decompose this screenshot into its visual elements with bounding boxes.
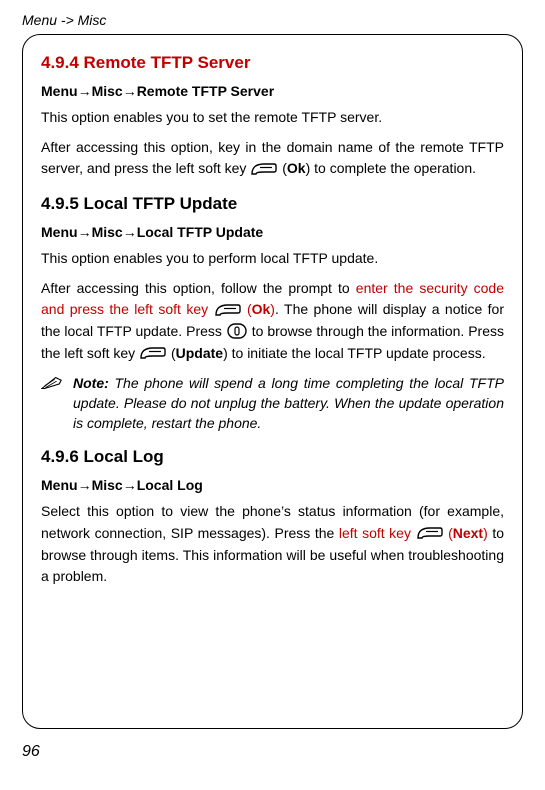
para-496-1: Select this option to view the phone’s s…: [41, 501, 504, 588]
section-title-496: 4.9.6 Local Log: [41, 447, 504, 467]
note-block: Note: The phone will spend a long time c…: [41, 373, 504, 434]
text: ) to complete the operation.: [306, 160, 476, 176]
text: (: [278, 160, 287, 176]
para-494-2: After accessing this option, key in the …: [41, 137, 504, 180]
ok-label: Ok: [287, 160, 306, 176]
next-label: Next: [453, 525, 483, 541]
content-frame: 4.9.4 Remote TFTP Server Menu→Misc→Remot…: [22, 34, 523, 729]
menu-path-495: Menu→Misc→Local TFTP Update: [41, 224, 504, 240]
ok-label: Ok: [252, 301, 271, 317]
path-end: Remote TFTP Server: [137, 83, 274, 99]
path-menu: Menu: [41, 224, 78, 240]
menu-path-496: Menu→Misc→Local Log: [41, 477, 504, 493]
soft-key-icon: [416, 525, 444, 541]
text: (: [242, 301, 252, 317]
path-end: Local TFTP Update: [137, 224, 264, 240]
path-misc: Misc: [92, 224, 123, 240]
text: ) to initiate the local TFTP update proc…: [223, 345, 486, 361]
para-495-2: After accessing this option, follow the …: [41, 278, 504, 365]
para-495-1: This option enables you to perform local…: [41, 248, 504, 270]
text: After accessing this option, follow the …: [41, 280, 356, 296]
note-text: Note: The phone will spend a long time c…: [73, 373, 504, 434]
note-label: Note:: [73, 375, 109, 391]
soft-key-icon: [139, 345, 167, 361]
nav-key-icon: [226, 322, 248, 340]
page-number: 96: [22, 743, 523, 761]
section-title-494: 4.9.4 Remote TFTP Server: [41, 53, 504, 73]
path-misc: Misc: [92, 477, 123, 493]
soft-key-icon: [250, 161, 278, 177]
red-text: left soft key: [339, 525, 416, 541]
path-menu: Menu: [41, 83, 78, 99]
update-label: Update: [176, 345, 223, 361]
note-body: The phone will spend a long time complet…: [73, 375, 504, 432]
path-menu: Menu: [41, 477, 78, 493]
menu-path-494: Menu→Misc→Remote TFTP Server: [41, 83, 504, 99]
para-494-1: This option enables you to set the remot…: [41, 107, 504, 129]
soft-key-icon: [214, 302, 242, 318]
note-icon: [41, 375, 63, 391]
path-end: Local Log: [137, 477, 203, 493]
text: (: [444, 525, 453, 541]
section-title-495: 4.9.5 Local TFTP Update: [41, 194, 504, 214]
text: (: [167, 345, 176, 361]
path-misc: Misc: [92, 83, 123, 99]
page-header: Menu -> Misc: [22, 12, 523, 28]
